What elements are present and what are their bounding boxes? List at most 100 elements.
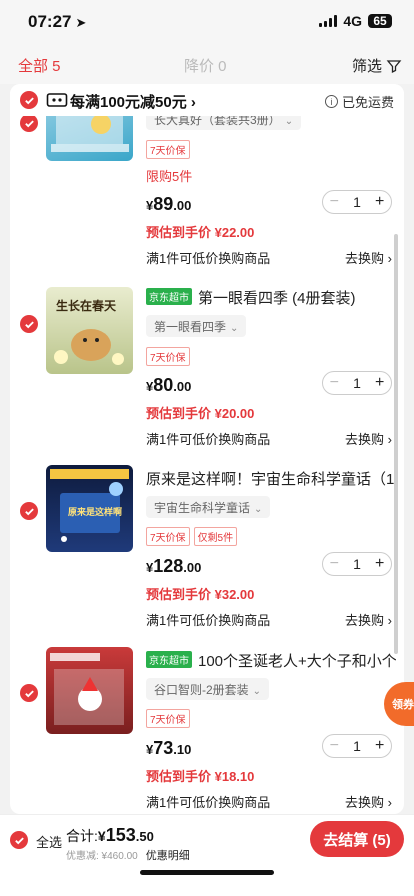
item-checkbox[interactable] bbox=[20, 684, 38, 702]
product-image[interactable]: 生长在春天 bbox=[46, 287, 133, 374]
tag-list: 7天价保 bbox=[146, 347, 190, 366]
promo-text[interactable]: 每满100元减50元 › bbox=[70, 91, 196, 112]
item-checkbox[interactable] bbox=[20, 502, 38, 520]
funnel-icon bbox=[386, 59, 402, 73]
increase-button[interactable]: + bbox=[368, 737, 391, 755]
free-shipping: i 已免运费 bbox=[324, 92, 394, 111]
item-price: ¥73.10 bbox=[146, 738, 191, 759]
chevron-down-icon: ⌄ bbox=[252, 686, 262, 697]
discount-detail-link[interactable]: 优惠明细 bbox=[146, 850, 190, 862]
tag-list: 7天价保 bbox=[146, 709, 190, 728]
chevron-down-icon: ⌄ bbox=[230, 323, 239, 334]
quantity-stepper[interactable]: − 1 + bbox=[322, 552, 392, 576]
swap-link[interactable]: 去换购 › bbox=[345, 610, 392, 629]
price-int: 89 bbox=[153, 194, 174, 214]
cart-panel: 每满100元减50元 › i 已免运费 长大真好（套装共3册） ⌄ 7天价保 限购… bbox=[10, 84, 404, 814]
filter-bar: 全部 5 降价 0 筛选 bbox=[0, 44, 414, 84]
total-amount: 合计:¥153.50 bbox=[66, 825, 154, 846]
item-title-text: 原来是这样啊！宇宙生命科学童话（10 bbox=[146, 471, 396, 488]
quantity-stepper[interactable]: − 1 + bbox=[322, 371, 392, 395]
tag-list: 7天价保 仅剩5件 bbox=[146, 527, 238, 546]
spec-selector[interactable]: 第一眼看四季 ⌄ bbox=[146, 315, 247, 337]
swap-text: 满1件可低价换购商品 bbox=[146, 432, 271, 447]
price-protect-tag: 7天价保 bbox=[146, 347, 190, 366]
total-decimal: .50 bbox=[135, 829, 154, 844]
price-int: 128 bbox=[153, 556, 184, 576]
status-indicators: 4G 65 bbox=[319, 13, 392, 29]
price-decimal: .00 bbox=[183, 560, 202, 575]
spec-selector[interactable]: 宇宙生命科学童话 ⌄ bbox=[146, 496, 271, 518]
swap-row: 满1件可低价换购商品 去换购 › bbox=[146, 248, 392, 267]
item-checkbox[interactable] bbox=[20, 315, 38, 333]
clock-text: 07:27 bbox=[28, 12, 72, 31]
estimated-price: 预估到手价 ¥22.00 bbox=[146, 225, 255, 240]
select-all-checkbox[interactable] bbox=[10, 831, 28, 849]
quantity-value[interactable]: 1 bbox=[346, 556, 369, 572]
tab-all[interactable]: 全部 5 bbox=[18, 55, 61, 76]
decrease-button[interactable]: − bbox=[323, 555, 346, 573]
book-cover-illustration bbox=[50, 653, 124, 725]
item-price: ¥128.00 bbox=[146, 556, 201, 577]
tag-list: 7天价保 bbox=[146, 140, 190, 159]
decrease-button[interactable]: − bbox=[323, 374, 346, 392]
network-type: 4G bbox=[343, 13, 362, 29]
item-title[interactable]: 京东超市 第一眼看四季 (4册套装) bbox=[146, 287, 396, 308]
item-checkbox[interactable] bbox=[20, 114, 38, 132]
jd-supermarket-badge: 京东超市 bbox=[146, 288, 192, 305]
status-time: 07:27 ➤ bbox=[28, 12, 86, 32]
increase-button[interactable]: + bbox=[368, 374, 391, 392]
tab-price-drop[interactable]: 降价 0 bbox=[184, 55, 227, 76]
filter-button[interactable]: 筛选 bbox=[352, 55, 402, 76]
swap-text: 满1件可低价换购商品 bbox=[146, 251, 271, 266]
info-icon[interactable]: i bbox=[324, 95, 338, 108]
price-int: 80 bbox=[153, 375, 174, 395]
swap-link[interactable]: 去换购 › bbox=[345, 248, 392, 267]
discount-line: 优惠减: ¥460.00 优惠明细 bbox=[66, 847, 190, 863]
battery-icon: 65 bbox=[368, 14, 392, 28]
item-title[interactable]: 京东超市 100个圣诞老人+大个子和小个 bbox=[146, 650, 396, 671]
checkmark-icon bbox=[24, 689, 34, 697]
total-label: 合计: bbox=[66, 828, 98, 844]
swap-link[interactable]: 去换购 › bbox=[345, 429, 392, 448]
price-protect-tag: 7天价保 bbox=[146, 709, 190, 728]
swap-row: 满1件可低价换购商品 去换购 › bbox=[146, 429, 392, 448]
quantity-stepper[interactable]: − 1 + bbox=[322, 190, 392, 214]
increase-button[interactable]: + bbox=[368, 555, 391, 573]
item-title-text: 100个圣诞老人+大个子和小个 bbox=[198, 653, 396, 670]
scrollbar[interactable] bbox=[394, 234, 398, 654]
product-image[interactable]: 原来是这样啊 bbox=[46, 465, 133, 552]
decrease-button[interactable]: − bbox=[323, 737, 346, 755]
spec-text: 谷口智则-2册套装 bbox=[154, 683, 249, 697]
decrease-button[interactable]: − bbox=[323, 193, 346, 211]
checkout-button[interactable]: 去结算 (5) bbox=[310, 821, 404, 857]
shop-checkbox[interactable] bbox=[20, 91, 38, 109]
checkmark-icon bbox=[14, 836, 24, 844]
price-protect-tag: 7天价保 bbox=[146, 527, 190, 546]
price-decimal: .00 bbox=[173, 198, 192, 213]
quantity-stepper[interactable]: − 1 + bbox=[322, 734, 392, 758]
home-indicator bbox=[140, 870, 274, 875]
cellular-signal-icon bbox=[319, 15, 338, 27]
quantity-value[interactable]: 1 bbox=[346, 375, 369, 391]
estimated-price: 预估到手价 ¥18.10 bbox=[146, 769, 255, 784]
spec-text: 宇宙生命科学童话 bbox=[154, 501, 251, 515]
quantity-value[interactable]: 1 bbox=[346, 738, 369, 754]
checkmark-icon bbox=[24, 507, 34, 515]
increase-button[interactable]: + bbox=[368, 193, 391, 211]
price-protect-tag: 7天价保 bbox=[146, 140, 190, 159]
quantity-value[interactable]: 1 bbox=[346, 194, 369, 210]
swap-text: 满1件可低价换购商品 bbox=[146, 613, 271, 628]
total-currency: ¥ bbox=[97, 828, 106, 844]
spec-selector[interactable]: 谷口智则-2册套装 ⌄ bbox=[146, 678, 270, 700]
cart-item-3: 原来是这样啊 原来是这样啊！宇宙生命科学童话（10 宇宙生命科学童话 ⌄ 7天价保… bbox=[10, 462, 404, 638]
jd-supermarket-badge: 京东超市 bbox=[146, 651, 192, 668]
cover-title-text: 生长在春天 bbox=[56, 299, 117, 313]
swap-link[interactable]: 去换购 › bbox=[345, 792, 392, 811]
checkmark-icon bbox=[24, 320, 34, 328]
cart-item-2: 生长在春天 京东超市 第一眼看四季 (4册套装) 第一眼看四季 ⌄ 7天价保 ¥80… bbox=[10, 279, 404, 455]
total-int: 153 bbox=[105, 825, 136, 845]
select-all-label[interactable]: 全选 bbox=[36, 832, 62, 851]
checkmark-icon bbox=[24, 119, 34, 127]
item-title[interactable]: 原来是这样啊！宇宙生命科学童话（10 bbox=[146, 468, 396, 489]
product-image[interactable] bbox=[46, 647, 133, 734]
